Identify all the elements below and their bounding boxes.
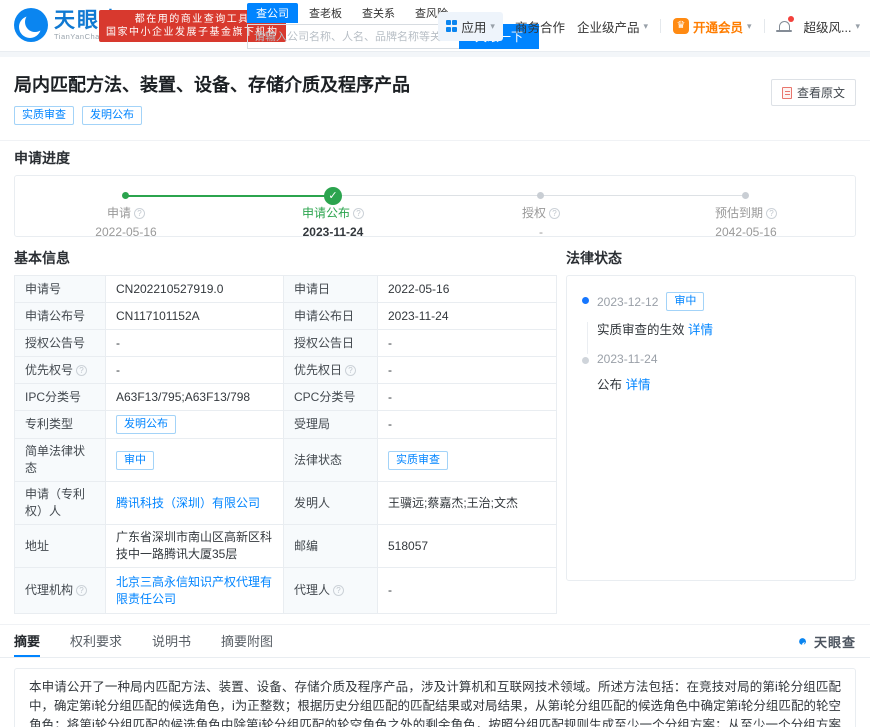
- search-box: ×: [247, 24, 459, 49]
- basic-info-table: 申请号 CN202210527919.0 申请日 2022-05-16 申请公布…: [14, 275, 557, 614]
- search-tab-relation[interactable]: 查关系: [353, 3, 404, 23]
- table-row: IPC分类号 A63F13/795;A63F13/798 CPC分类号 -: [15, 384, 557, 411]
- progress-section-title: 申请进度: [14, 149, 856, 167]
- legal-status-section: 法律状态 2023-12-12 审中 实质审查的生效 详情 2023-11-24: [566, 249, 856, 614]
- document-tabs: 摘要 权利要求 说明书 摘要附图 天眼查: [0, 624, 870, 658]
- pdf-document-icon: [782, 87, 792, 99]
- legal-status-item-badge: 审中: [666, 292, 704, 311]
- chevron-down-icon: ▾: [643, 21, 648, 32]
- legal-status-panel: 2023-12-12 审中 实质审查的生效 详情 2023-11-24 公布 详…: [566, 275, 856, 581]
- table-row: 代理机构? 北京三高永信知识产权代理有限责任公司 代理人? -: [15, 568, 557, 614]
- table-row: 申请公布号 CN117101152A 申请公布日 2023-11-24: [15, 303, 557, 330]
- chevron-down-icon: ▾: [747, 21, 752, 32]
- timeline-node-granted: [537, 192, 544, 199]
- basic-info-section: 基本信息 申请号 CN202210527919.0 申请日 2022-05-16…: [14, 249, 556, 614]
- table-row: 专利类型 发明公布 受理局 -: [15, 411, 557, 439]
- timeline-segment-done: [126, 195, 333, 197]
- details-link[interactable]: 详情: [626, 378, 651, 392]
- patent-title-section: 局内匹配方法、装置、设备、存储介质及程序产品 实质审查 发明公布 查看原文: [0, 57, 870, 141]
- help-icon: ?: [766, 208, 777, 219]
- timeline-dot: [582, 297, 589, 304]
- abstract-content: 本申请公开了一种局内匹配方法、装置、设备、存储介质及程序产品，涉及计算机和互联网…: [14, 668, 856, 727]
- timeline-dot: [582, 357, 589, 364]
- legal-status-title: 法律状态: [566, 249, 856, 267]
- simple-legal-status-badge: 审中: [116, 451, 154, 470]
- tab-abstract[interactable]: 摘要: [14, 625, 40, 657]
- timeline-step-granted: 授权? -: [466, 204, 616, 239]
- table-row: 优先权号? - 优先权日? -: [15, 357, 557, 384]
- help-icon: ?: [353, 208, 364, 219]
- applicant-link[interactable]: 腾讯科技（深圳）有限公司: [116, 496, 260, 510]
- apps-grid-icon: [446, 20, 458, 32]
- agency-link[interactable]: 北京三高永信知识产权代理有限责任公司: [116, 575, 272, 606]
- tianyancha-logo-icon: [14, 8, 48, 42]
- status-badge-invention-publication: 发明公布: [82, 106, 142, 125]
- help-icon: ?: [76, 585, 87, 596]
- legal-status-item: 2023-11-24 公布 详情: [581, 352, 841, 393]
- search-tab-company[interactable]: 查公司: [247, 3, 298, 23]
- table-row: 申请号 CN202210527919.0 申请日 2022-05-16: [15, 276, 557, 303]
- basic-info-title: 基本信息: [14, 249, 556, 267]
- bell-icon: [777, 19, 792, 34]
- legal-status-badge: 实质审查: [388, 451, 448, 470]
- timeline-step-published: 申请公布? 2023-11-24: [258, 204, 408, 239]
- progress-timeline: ✓ 申请? 2022-05-16 申请公布? 2023-11-24 授权? - …: [14, 175, 856, 237]
- search-tab-boss[interactable]: 查老板: [300, 3, 351, 23]
- tab-claims[interactable]: 权利要求: [70, 625, 122, 657]
- legal-status-date: 2023-11-24: [597, 352, 658, 366]
- header-nav: 应用 ▾ 商务合作 企业级产品 ▾ ♛ 开通会员 ▾ 超级风... ▾: [438, 0, 860, 52]
- nav-super-risk[interactable]: 超级风... ▾: [804, 17, 860, 36]
- help-icon: ?: [549, 208, 560, 219]
- timeline-node-published-check-icon: ✓: [324, 187, 342, 205]
- chevron-down-icon: ▾: [490, 21, 495, 32]
- notification-dot: [788, 16, 794, 22]
- nav-apps[interactable]: 应用 ▾: [438, 12, 503, 41]
- nav-notifications[interactable]: [777, 19, 792, 34]
- help-icon: ?: [333, 585, 344, 596]
- chevron-down-icon: ▾: [855, 21, 860, 32]
- tianyancha-watermark-icon: [799, 638, 806, 645]
- search-input[interactable]: [254, 31, 442, 43]
- timeline-step-applied: 申请? 2022-05-16: [51, 204, 201, 239]
- application-progress-section: 申请进度 ✓ 申请? 2022-05-16 申请公布? 2023-11-24 授…: [0, 141, 870, 237]
- status-badge-substantive-review: 实质审查: [14, 106, 74, 125]
- legal-status-date: 2023-12-12: [597, 295, 658, 309]
- timeline-node-applied: [122, 192, 129, 199]
- nav-enterprise-products[interactable]: 企业级产品 ▾: [577, 17, 648, 36]
- timeline-node-expiry: [742, 192, 749, 199]
- table-row: 申请（专利权）人 腾讯科技（深圳）有限公司 发明人 王骥远;蔡嘉杰;王治;文杰: [15, 482, 557, 525]
- timeline-step-expiry: 预估到期? 2042-05-16: [671, 204, 821, 239]
- tianyancha-watermark: 天眼查: [795, 625, 856, 657]
- tab-description[interactable]: 说明书: [152, 625, 191, 657]
- divider: [660, 19, 661, 33]
- help-icon: ?: [345, 365, 356, 376]
- view-original-button[interactable]: 查看原文: [771, 79, 856, 106]
- help-icon: ?: [76, 365, 87, 376]
- help-icon: ?: [134, 208, 145, 219]
- patent-type-badge: 发明公布: [116, 415, 176, 434]
- details-link[interactable]: 详情: [688, 323, 713, 337]
- nav-vip[interactable]: ♛ 开通会员 ▾: [673, 17, 752, 36]
- table-row: 授权公告号 - 授权公告日 -: [15, 330, 557, 357]
- divider: [764, 19, 765, 33]
- legal-status-item: 2023-12-12 审中 实质审查的生效 详情: [581, 292, 841, 338]
- top-header: 天眼查 TianYanCha.com 都在用的商业查询工具 国家中小企业发展子基…: [0, 0, 870, 52]
- crown-icon: ♛: [673, 18, 689, 34]
- table-row: 地址 广东省深圳市南山区高新区科技中一路腾讯大厦35层 邮编 518057: [15, 525, 557, 568]
- nav-cooperation[interactable]: 商务合作: [515, 17, 565, 36]
- legal-status-desc: 公布: [597, 378, 622, 392]
- table-row: 简单法律状态 审中 法律状态 实质审查: [15, 439, 557, 482]
- legal-status-desc: 实质审查的生效: [597, 323, 685, 337]
- tab-abstract-figure[interactable]: 摘要附图: [221, 625, 273, 657]
- page-title: 局内匹配方法、装置、设备、存储介质及程序产品: [14, 73, 856, 97]
